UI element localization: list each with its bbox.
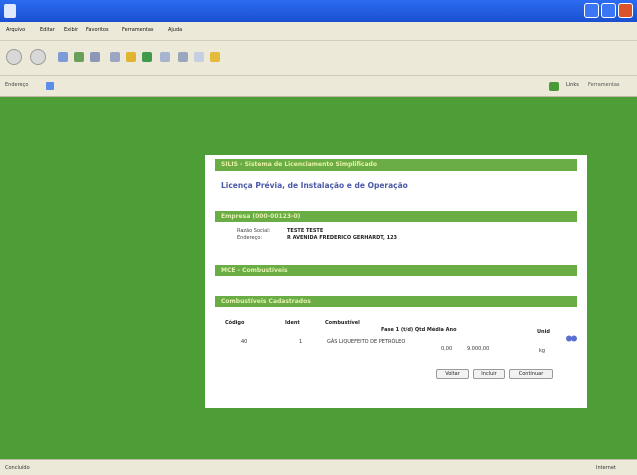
search-icon[interactable]	[110, 52, 120, 62]
go-icon[interactable]	[549, 82, 559, 91]
tools-label[interactable]: Ferramentas	[588, 82, 620, 88]
home-icon[interactable]	[90, 52, 100, 62]
empresa-section: Empresa (000-00123-0)	[215, 211, 577, 222]
empresa-title: Empresa (000-00123-0)	[221, 213, 301, 220]
favorites-icon[interactable]	[126, 52, 136, 62]
menu-favoritos[interactable]: Favoritos	[86, 27, 109, 33]
remove-icon[interactable]	[566, 335, 577, 342]
title-bar	[0, 0, 637, 22]
page-subtitle: Licença Prévia, de Instalação e de Opera…	[221, 181, 408, 190]
mce-title: MCE - Combustíveis	[221, 267, 288, 274]
minimize-button[interactable]	[584, 3, 599, 18]
menu-arquivo[interactable]: Arquivo	[6, 27, 25, 33]
links-label[interactable]: Links	[566, 82, 579, 88]
zone-text: Internet	[596, 465, 616, 471]
col-ident: Ident	[285, 320, 300, 326]
cell-codigo: 40	[241, 339, 248, 345]
print-icon[interactable]	[178, 52, 188, 62]
address-label: Endereço	[5, 82, 29, 88]
col-unid: Unid	[537, 329, 550, 335]
page-icon	[46, 82, 54, 90]
folder-icon[interactable]	[210, 52, 220, 62]
razao-value: TESTE TESTE	[287, 228, 324, 234]
col-combustivel: Combustível	[325, 320, 360, 326]
cell-combustivel: GÁS LIQUEFEITO DE PETRÓLEO	[327, 339, 406, 345]
refresh-icon[interactable]	[74, 52, 84, 62]
browser-icon	[4, 4, 16, 18]
menu-ajuda[interactable]: Ajuda	[168, 27, 182, 33]
menu-ferramentas[interactable]: Ferramentas	[122, 27, 154, 33]
maximize-button[interactable]	[601, 3, 616, 18]
forward-icon[interactable]	[30, 49, 46, 65]
cell-v2: 9.000,00	[467, 346, 490, 352]
back-icon[interactable]	[6, 49, 22, 65]
cell-ident: 1	[299, 339, 303, 345]
page-content: SILIS - Sistema de Licenciamento Simplif…	[0, 97, 637, 459]
menu-editar[interactable]: Editar	[40, 27, 55, 33]
col-codigo: Código	[225, 320, 245, 326]
system-title: SILIS - Sistema de Licenciamento Simplif…	[221, 161, 377, 168]
razao-label: Razão Social:	[237, 228, 271, 234]
address-bar: Endereço Links Ferramentas	[0, 76, 637, 97]
endereco-label: Endereço:	[237, 235, 263, 241]
edit-icon[interactable]	[194, 52, 204, 62]
status-text: Concluído	[5, 465, 30, 471]
incluir-button[interactable]: Incluir	[473, 369, 505, 379]
history-icon[interactable]	[142, 52, 152, 62]
cell-unid: kg	[539, 348, 546, 354]
voltar-button[interactable]: Voltar	[436, 369, 469, 379]
cell-v1: 0,00	[441, 346, 453, 352]
status-bar: Concluído Internet	[0, 459, 637, 475]
cadastrados-section: Combustíveis Cadastrados	[215, 296, 577, 307]
close-button[interactable]	[618, 3, 633, 18]
menu-exibir[interactable]: Exibir	[64, 27, 78, 33]
system-header: SILIS - Sistema de Licenciamento Simplif…	[215, 159, 577, 171]
col-consumo: Fase 1 (t/d) Qtd Média Ano	[381, 327, 457, 333]
stop-icon[interactable]	[58, 52, 68, 62]
license-panel: SILIS - Sistema de Licenciamento Simplif…	[205, 155, 587, 408]
mce-section: MCE - Combustíveis	[215, 265, 577, 276]
continuar-button[interactable]: Continuar	[509, 369, 553, 379]
cadastrados-title: Combustíveis Cadastrados	[221, 298, 311, 305]
toolbar	[0, 41, 637, 76]
endereco-value: R AVENIDA FREDERICO GERHARDT, 123	[287, 235, 398, 241]
menu-bar: Arquivo Editar Exibir Favoritos Ferramen…	[0, 22, 637, 41]
mail-icon[interactable]	[160, 52, 170, 62]
